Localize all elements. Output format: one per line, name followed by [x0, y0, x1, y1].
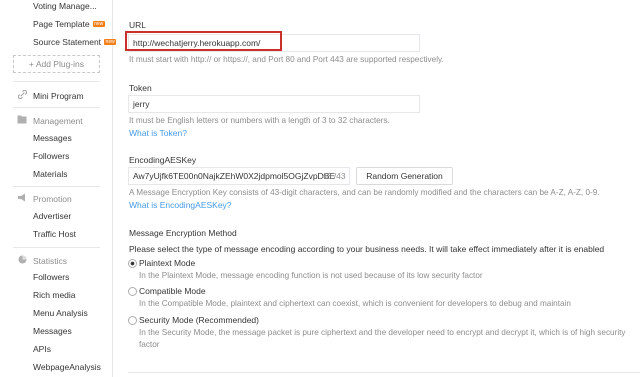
section-title: Promotion: [33, 194, 72, 204]
server-config-form: URL http://wechatjerry.herokuapp.com/ It…: [113, 0, 640, 377]
plaintext-mode-desc: In the Plaintext Mode, message encoding …: [139, 271, 483, 280]
sidebar-item-menu-analysis[interactable]: Menu Analysis: [33, 308, 88, 318]
token-hint: It must be English letters or numbers wi…: [129, 116, 390, 125]
url-hint: It must start with http:// or https://, …: [129, 55, 444, 64]
url-label: URL: [129, 20, 147, 30]
security-mode-radio[interactable]: [128, 316, 137, 325]
divider: [13, 186, 100, 187]
sidebar-item-label: Followers: [33, 151, 70, 161]
sidebar-item-label: Advertiser: [33, 211, 72, 221]
sidebar-item-apis[interactable]: APIs: [33, 344, 51, 354]
sidebar-item-source-statement[interactable]: Source Statement new: [33, 37, 117, 47]
sidebar-item-label: Page Template: [33, 19, 90, 29]
aes-key-label: EncodingAESKey: [129, 155, 197, 165]
aes-key-hint: A Message Encryption Key consists of 43-…: [129, 188, 600, 197]
section-management: Management: [17, 115, 83, 126]
compatible-mode-label[interactable]: Compatible Mode: [139, 286, 206, 296]
megaphone-icon: [17, 193, 27, 204]
plaintext-mode-radio[interactable]: [128, 259, 137, 268]
compatible-mode-desc: In the Compatible Mode, plaintext and ci…: [139, 299, 571, 308]
pie-chart-icon: [17, 255, 27, 266]
sidebar-item-label: WebpageAnalysis: [33, 362, 101, 372]
section-statistics: Statistics: [17, 255, 67, 266]
add-plugins-button[interactable]: + Add Plug-ins: [13, 55, 100, 73]
security-mode-desc: In the Security Mode, the message packet…: [139, 328, 626, 349]
section-promotion: Promotion: [17, 193, 72, 204]
aes-key-input[interactable]: Aw7yUjfk6TE00n0NajkZEhW0X2jdpmol5OGjZvpD…: [128, 167, 350, 185]
sidebar-item-voting-manager[interactable]: Voting Manage...: [33, 1, 97, 11]
sidebar-item-messages[interactable]: Messages: [33, 133, 72, 143]
sidebar-item-label: Menu Analysis: [33, 308, 88, 318]
sidebar: Voting Manage... Page Template new Source…: [0, 0, 117, 377]
aes-key-value: Aw7yUjfk6TE00n0NajkZEhW0X2jdpmol5OGjZvpD…: [133, 171, 336, 181]
token-input[interactable]: jerry: [128, 95, 420, 113]
sidebar-item-label: Source Statement: [33, 37, 102, 47]
sidebar-item-materials[interactable]: Materials: [33, 169, 67, 179]
sidebar-item-page-template[interactable]: Page Template new: [33, 19, 105, 29]
compatible-mode-radio[interactable]: [128, 287, 137, 296]
token-label: Token: [129, 83, 152, 93]
security-mode-label[interactable]: Security Mode (Recommended): [139, 315, 259, 325]
sidebar-item-label: Messages: [33, 326, 72, 336]
sidebar-item-rich-media[interactable]: Rich media: [33, 290, 76, 300]
sidebar-item-label: Followers: [33, 272, 70, 282]
sidebar-item-stats-messages[interactable]: Messages: [33, 326, 72, 336]
what-is-token-link[interactable]: What is Token?: [129, 128, 187, 138]
sidebar-item-label: APIs: [33, 344, 51, 354]
sidebar-item-label: Materials: [33, 169, 68, 179]
section-title: Management: [33, 116, 83, 126]
sidebar-item-label: Mini Program: [33, 91, 84, 101]
link-icon: [17, 89, 27, 101]
url-input[interactable]: http://wechatjerry.herokuapp.com/: [128, 34, 420, 52]
sidebar-item-webpage-analysis[interactable]: WebpageAnalysis: [33, 362, 101, 372]
sidebar-item-label: Messages: [33, 133, 72, 143]
sidebar-item-label: Rich media: [33, 290, 76, 300]
sidebar-item-advertiser[interactable]: Advertiser: [33, 211, 71, 221]
divider: [128, 372, 640, 373]
sidebar-item-followers[interactable]: Followers: [33, 151, 69, 161]
sidebar-item-label: Voting Manage...: [33, 1, 97, 11]
sidebar-item-stats-followers[interactable]: Followers: [33, 272, 69, 282]
divider: [13, 107, 100, 108]
new-badge: new: [92, 21, 105, 27]
sidebar-item-label: Traffic Host: [33, 229, 76, 239]
sidebar-item-mini-program[interactable]: Mini Program: [17, 89, 84, 101]
section-title: Statistics: [33, 256, 68, 266]
divider: [13, 81, 100, 82]
what-is-aes-key-link[interactable]: What is EncodingAESKey?: [129, 200, 232, 210]
random-generation-button[interactable]: Random Generation: [356, 167, 453, 185]
folder-icon: [17, 115, 27, 126]
aes-key-counter: 43 /43: [322, 171, 346, 181]
sidebar-item-traffic-host[interactable]: Traffic Host: [33, 229, 76, 239]
divider: [13, 247, 100, 248]
plaintext-mode-label[interactable]: Plaintext Mode: [139, 258, 195, 268]
encryption-method-label: Message Encryption Method: [129, 228, 237, 238]
encryption-method-intro: Please select the type of message encodi…: [129, 244, 605, 254]
